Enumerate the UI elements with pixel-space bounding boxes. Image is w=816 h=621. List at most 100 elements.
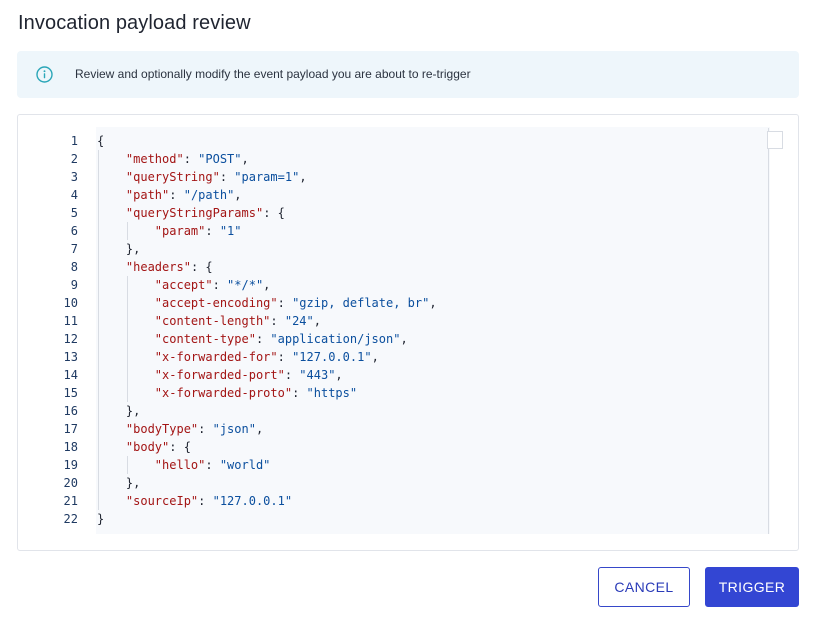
code-line[interactable]: "content-length": "24",	[97, 312, 437, 330]
json-punctuation: :	[169, 188, 184, 202]
json-key: "param"	[154, 224, 206, 238]
json-string: "application/json"	[270, 332, 401, 346]
line-number: 3	[70, 170, 78, 184]
line-number-gutter: 1 2 3 4 5 6 7 8 9 10 11 12 13 14 15 16 17 18 19 20 21 22	[38, 132, 78, 528]
json-punctuation: {	[97, 134, 105, 148]
line-number: 2	[70, 152, 78, 166]
code-line[interactable]: "queryString": "param=1",	[97, 168, 437, 186]
indent-guide	[126, 348, 128, 366]
code-line[interactable]: "body": {	[97, 438, 437, 456]
dialog-title: Invocation payload review	[18, 12, 251, 34]
code-line[interactable]: },	[97, 402, 437, 420]
json-string: "param=1"	[234, 170, 300, 184]
code-line[interactable]: "param": "1"	[97, 222, 437, 240]
code-line[interactable]: "accept-encoding": "gzip, deflate, br",	[97, 294, 437, 312]
line-number: 19	[63, 458, 78, 472]
json-punctuation: : {	[190, 260, 213, 274]
indent-guide	[98, 240, 99, 258]
json-string: "POST"	[198, 152, 242, 166]
code-line[interactable]: "path": "/path",	[97, 186, 437, 204]
json-key: "path"	[125, 188, 170, 202]
trigger-button[interactable]: TRIGGER	[705, 567, 799, 607]
code-line[interactable]: "headers": {	[97, 258, 437, 276]
info-circle-icon	[36, 66, 53, 83]
json-key: "headers"	[125, 260, 191, 274]
json-key: "method"	[125, 152, 184, 166]
json-punctuation: : {	[263, 206, 285, 220]
json-punctuation: ,	[313, 314, 321, 328]
indent-guide	[126, 294, 128, 312]
json-punctuation: ,	[263, 278, 271, 292]
json-key: "hello"	[154, 458, 206, 472]
code-line[interactable]: "x-forwarded-proto": "https"	[97, 384, 437, 402]
code-line[interactable]: "accept": "*/*",	[97, 276, 437, 294]
json-punctuation: ,	[255, 422, 264, 436]
json-punctuation: :	[198, 422, 213, 436]
json-punctuation: :	[205, 458, 220, 472]
cancel-button[interactable]: CANCEL	[598, 567, 690, 607]
json-string: "/path"	[183, 188, 235, 202]
line-number: 4	[70, 188, 78, 202]
invocation-payload-dialog: Invocation payload review Review and opt…	[0, 0, 816, 621]
json-punctuation: :	[205, 224, 220, 238]
json-key: "bodyType"	[125, 422, 199, 436]
json-string: "443"	[299, 368, 336, 382]
code-line[interactable]: "sourceIp": "127.0.0.1"	[97, 492, 437, 510]
indent-guide	[98, 366, 99, 384]
indent-guide	[98, 276, 99, 294]
code-line[interactable]: "x-forwarded-for": "127.0.0.1",	[97, 348, 437, 366]
indent-guide	[98, 420, 99, 438]
code-line[interactable]: "method": "POST",	[97, 150, 437, 168]
json-punctuation: :	[270, 314, 285, 328]
code-line[interactable]: "bodyType": "json",	[97, 420, 437, 438]
code-line[interactable]: "hello": "world"	[97, 456, 437, 474]
code-line[interactable]: },	[97, 474, 437, 492]
code-lines[interactable]: { "method": "POST", "queryString": "para…	[97, 132, 437, 528]
indent-guide	[98, 312, 99, 330]
indent-guide	[126, 312, 128, 330]
code-line[interactable]: "content-type": "application/json",	[97, 330, 437, 348]
indent-guide	[126, 366, 128, 384]
json-punctuation: ,	[234, 188, 242, 202]
code-line[interactable]: {	[97, 132, 437, 150]
json-punctuation: :	[183, 152, 199, 166]
indent-guide	[98, 222, 99, 240]
json-key: "accept"	[154, 278, 213, 292]
line-number: 14	[63, 368, 78, 382]
json-key: "x-forwarded-for"	[154, 350, 278, 364]
code-line[interactable]: "x-forwarded-port": "443",	[97, 366, 437, 384]
indent-guide	[126, 276, 128, 294]
json-punctuation: ,	[429, 296, 437, 310]
json-string: "1"	[219, 224, 242, 238]
json-punctuation: ,	[335, 368, 343, 382]
json-punctuation: :	[212, 278, 228, 292]
json-key: "x-forwarded-proto"	[154, 386, 293, 400]
json-punctuation: :	[277, 350, 293, 364]
line-number: 12	[63, 332, 78, 346]
json-punctuation: ,	[371, 350, 379, 364]
indent-guide	[98, 294, 99, 312]
json-key: "sourceIp"	[125, 494, 199, 508]
line-number: 7	[70, 242, 78, 256]
line-number: 9	[70, 278, 78, 292]
line-number: 8	[70, 260, 78, 274]
line-number: 21	[63, 494, 78, 508]
code-line[interactable]: }	[97, 510, 437, 528]
line-number: 18	[63, 440, 78, 454]
json-punctuation: ,	[299, 170, 307, 184]
line-number: 11	[63, 314, 78, 328]
indent-guide	[98, 258, 99, 276]
line-number: 17	[63, 422, 78, 436]
json-punctuation: :	[292, 386, 307, 400]
indent-guide	[98, 330, 99, 348]
payload-code-editor[interactable]: 1 2 3 4 5 6 7 8 9 10 11 12 13 14 15 16 17 18 19 20 21 22 { "m…	[17, 114, 799, 551]
json-punctuation: ,	[400, 332, 408, 346]
code-line[interactable]: },	[97, 240, 437, 258]
line-number: 16	[63, 404, 78, 418]
json-string: "*/*"	[227, 278, 264, 292]
line-number: 15	[63, 386, 78, 400]
json-punctuation: },	[125, 242, 141, 256]
code-line[interactable]: "queryStringParams": {	[97, 204, 437, 222]
line-number: 1	[70, 134, 78, 148]
json-punctuation: :	[284, 368, 300, 382]
